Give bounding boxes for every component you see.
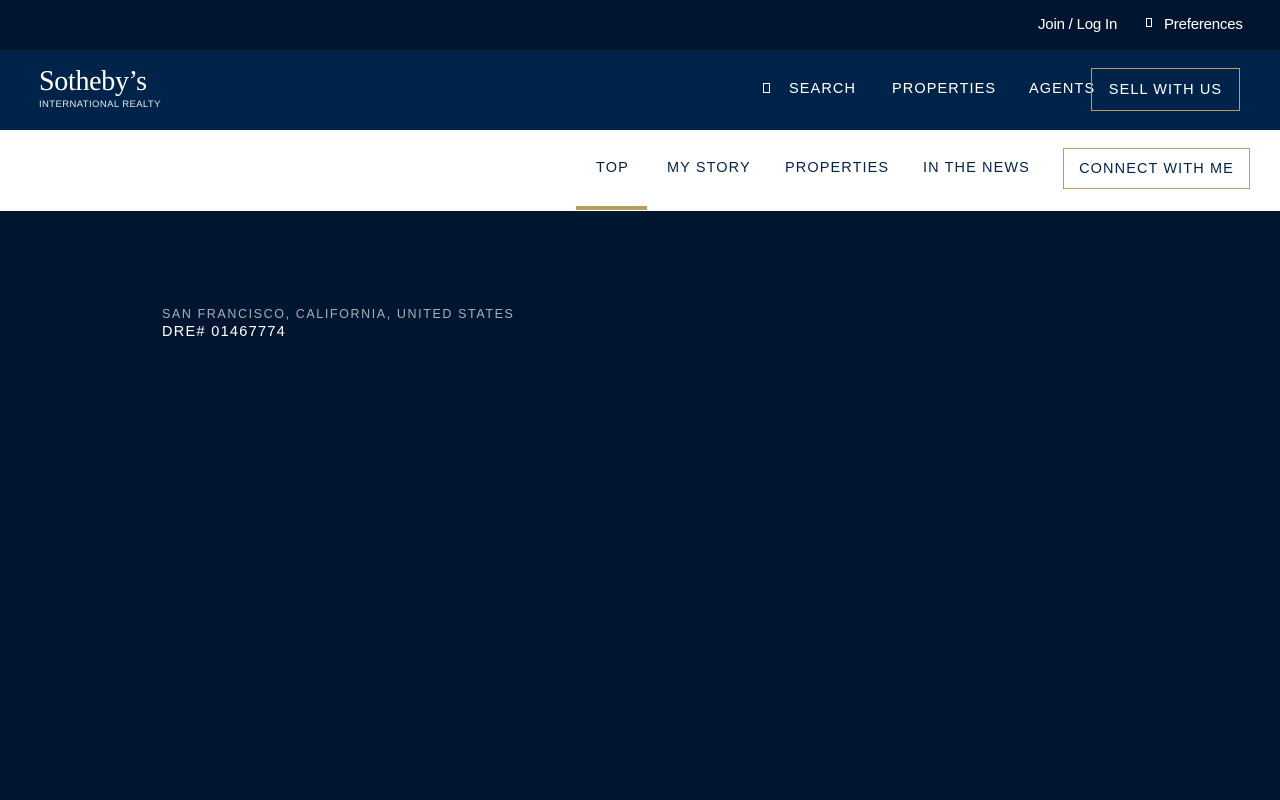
sell-with-us-button[interactable]: SELL WITH US (1091, 68, 1240, 111)
tab-my-story[interactable]: MY STORY (667, 160, 751, 176)
nav-agents[interactable]: AGENTS (1029, 81, 1095, 97)
agent-license-number: DRE# 01467774 (162, 324, 287, 340)
main-nav: Sotheby’s INTERNATIONAL REALTY SEARCH PR… (0, 50, 1280, 130)
connect-with-me-button[interactable]: CONNECT WITH ME (1063, 148, 1250, 189)
nav-search[interactable]: SEARCH (763, 81, 856, 97)
logo-tagline: INTERNATIONAL REALTY (39, 99, 161, 110)
sothebys-logo[interactable]: Sotheby’s INTERNATIONAL REALTY (39, 66, 161, 111)
logo-wordmark: Sotheby’s (39, 66, 147, 97)
agent-location: SAN FRANCISCO, CALIFORNIA, UNITED STATES (162, 307, 515, 321)
tab-properties[interactable]: PROPERTIES (785, 160, 889, 176)
preferences-link[interactable]: Preferences (1146, 16, 1243, 33)
hero-section: SAN FRANCISCO, CALIFORNIA, UNITED STATES… (0, 211, 1280, 800)
tab-top[interactable]: TOP (596, 160, 629, 176)
join-login-link[interactable]: Join / Log In (1038, 16, 1117, 33)
preferences-icon (1146, 18, 1152, 27)
search-icon (763, 83, 770, 93)
utility-bar: Join / Log In Preferences (0, 0, 1280, 50)
active-tab-indicator (576, 206, 647, 210)
agent-sub-nav: TOP MY STORY PROPERTIES IN THE NEWS CONN… (0, 130, 1280, 211)
preferences-label: Preferences (1164, 16, 1243, 33)
tab-in-the-news[interactable]: IN THE NEWS (923, 160, 1030, 176)
nav-properties[interactable]: PROPERTIES (892, 81, 996, 97)
nav-search-label: SEARCH (789, 81, 857, 97)
